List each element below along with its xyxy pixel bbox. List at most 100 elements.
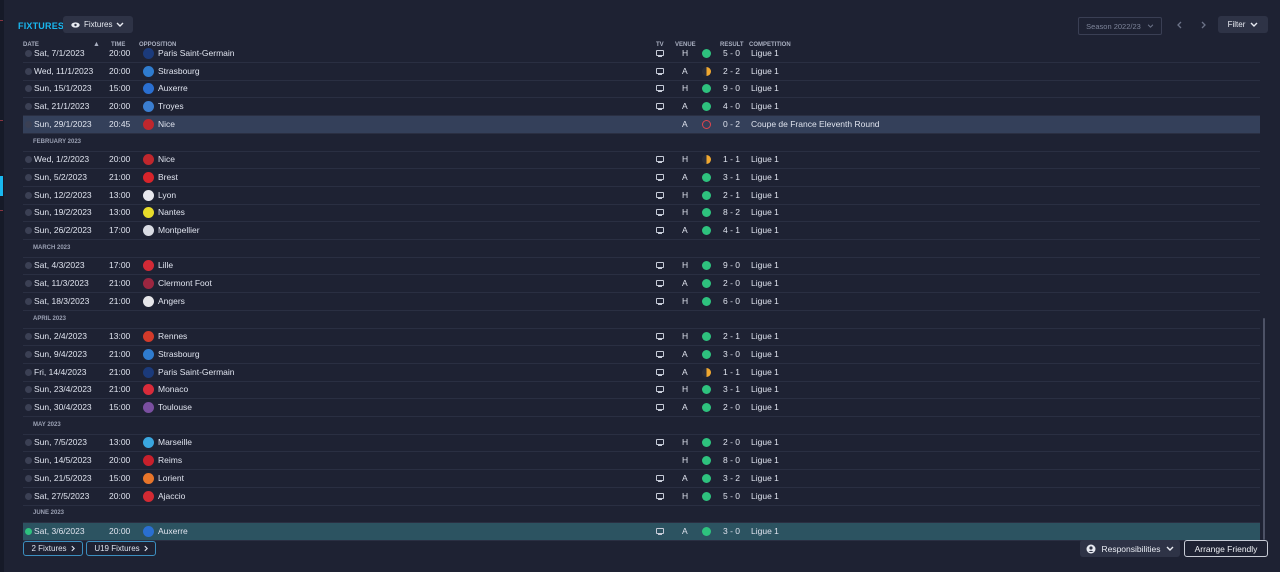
opposition-link[interactable]: Rennes xyxy=(158,331,187,341)
fixture-competition[interactable]: Ligue 1 xyxy=(751,384,779,394)
opposition-link[interactable]: Paris Saint-Germain xyxy=(158,367,235,377)
fixture-competition[interactable]: Ligue 1 xyxy=(751,367,779,377)
fixture-competition[interactable]: Ligue 1 xyxy=(751,154,779,164)
fixture-row[interactable]: Sun, 7/5/2023 13:00 Marseille H 2 - 0 Ligue 1 xyxy=(23,434,1260,453)
fixture-score[interactable]: 2 - 1 xyxy=(723,331,740,341)
fixture-row[interactable]: Sun, 5/2/2023 21:00 Brest A 3 - 1 Ligue 1 xyxy=(23,169,1260,187)
fixture-row[interactable]: Sun, 23/4/2023 21:00 Monaco H 3 - 1 Ligue 1 xyxy=(23,381,1260,400)
opposition-link[interactable]: Brest xyxy=(158,172,178,182)
fixture-row[interactable]: Sat, 27/5/2023 20:00 Ajaccio H 5 - 0 Ligue 1 xyxy=(23,488,1260,506)
fixture-competition[interactable]: Ligue 1 xyxy=(751,402,779,412)
fixture-competition[interactable]: Ligue 1 xyxy=(751,455,779,465)
fixture-row[interactable]: Sat, 11/3/2023 21:00 Clermont Foot A 2 - 0 Li… xyxy=(23,275,1260,294)
fixture-score[interactable]: 8 - 0 xyxy=(723,455,740,465)
fixture-competition[interactable]: Ligue 1 xyxy=(751,473,779,483)
opposition-link[interactable]: Troyes xyxy=(158,101,184,111)
fixture-row[interactable]: Sun, 2/4/2023 13:00 Rennes H 2 - 1 Ligue 1 xyxy=(23,328,1260,347)
view-dropdown[interactable]: Fixtures xyxy=(63,16,134,33)
opposition-link[interactable]: Lorient xyxy=(158,473,184,483)
opposition-link[interactable]: Nice xyxy=(158,119,175,129)
fixture-score[interactable]: 9 - 0 xyxy=(723,260,740,270)
fixture-competition[interactable]: Ligue 1 xyxy=(751,331,779,341)
fixture-row[interactable]: Sat, 3/6/2023 20:00 Auxerre A 3 - 0 Ligue 1 xyxy=(23,522,1260,541)
arrange-friendly-button[interactable]: Arrange Friendly xyxy=(1184,540,1268,557)
2-fixtures-button[interactable]: 2 Fixtures xyxy=(23,541,83,556)
fixture-competition[interactable]: Coupe de France Eleventh Round xyxy=(751,119,880,129)
fixture-competition[interactable]: Ligue 1 xyxy=(751,207,779,217)
fixture-competition[interactable]: Ligue 1 xyxy=(751,66,779,76)
opposition-link[interactable]: Strasbourg xyxy=(158,349,200,359)
opposition-link[interactable]: Angers xyxy=(158,296,185,306)
next-season-button[interactable] xyxy=(1192,17,1214,33)
opposition-link[interactable]: Auxerre xyxy=(158,526,188,536)
fixture-score[interactable]: 2 - 2 xyxy=(723,66,740,76)
fixture-score[interactable]: 8 - 2 xyxy=(723,207,740,217)
fixture-score[interactable]: 2 - 0 xyxy=(723,278,740,288)
opposition-link[interactable]: Nantes xyxy=(158,207,185,217)
fixture-score[interactable]: 4 - 0 xyxy=(723,101,740,111)
fixture-score[interactable]: 1 - 1 xyxy=(723,154,740,164)
fixture-competition[interactable]: Ligue 1 xyxy=(751,225,779,235)
fixture-row[interactable]: Sun, 12/2/2023 13:00 Lyon H 2 - 1 Ligue 1 xyxy=(23,187,1260,205)
fixture-row[interactable]: Sat, 4/3/2023 17:00 Lille H 9 - 0 Ligue 1 xyxy=(23,257,1260,276)
fixture-score[interactable]: 1 - 1 xyxy=(723,367,740,377)
opposition-link[interactable]: Montpellier xyxy=(158,225,200,235)
fixtures-list[interactable]: Sat, 7/1/2023 20:00 Paris Saint-Germain H 5 … xyxy=(23,46,1260,541)
fixture-row[interactable]: Sat, 18/3/2023 21:00 Angers H 6 - 0 Ligue 1 xyxy=(23,293,1260,311)
opposition-link[interactable]: Lille xyxy=(158,260,173,270)
fixture-score[interactable]: 3 - 2 xyxy=(723,473,740,483)
fixture-score[interactable]: 5 - 0 xyxy=(723,491,740,501)
fixture-score[interactable]: 3 - 0 xyxy=(723,526,740,536)
fixture-row[interactable]: Sun, 29/1/2023 20:45 Nice A 0 - 2 Coupe de Fr… xyxy=(23,115,1260,134)
opposition-link[interactable]: Strasbourg xyxy=(158,66,200,76)
fixture-row[interactable]: Sun, 9/4/2023 21:00 Strasbourg A 3 - 0 Ligue … xyxy=(23,346,1260,364)
opposition-link[interactable]: Marseille xyxy=(158,437,192,447)
fixture-score[interactable]: 4 - 1 xyxy=(723,225,740,235)
opposition-link[interactable]: Lyon xyxy=(158,190,176,200)
fixture-score[interactable]: 2 - 1 xyxy=(723,190,740,200)
fixture-competition[interactable]: Ligue 1 xyxy=(751,349,779,359)
fixture-row[interactable]: Sun, 15/1/2023 15:00 Auxerre H 9 - 0 Ligue 1 xyxy=(23,80,1260,99)
u19-fixtures-button[interactable]: U19 Fixtures xyxy=(86,541,156,556)
fixture-score[interactable]: 6 - 0 xyxy=(723,296,740,306)
fixture-score[interactable]: 9 - 0 xyxy=(723,83,740,93)
opposition-link[interactable]: Nice xyxy=(158,154,175,164)
fixture-score[interactable]: 3 - 1 xyxy=(723,172,740,182)
previous-season-button[interactable] xyxy=(1168,17,1190,33)
fixture-row[interactable]: Sat, 7/1/2023 20:00 Paris Saint-Germain H 5 … xyxy=(23,46,1260,63)
fixture-competition[interactable]: Ligue 1 xyxy=(751,101,779,111)
fixture-competition[interactable]: Ligue 1 xyxy=(751,278,779,288)
fixture-competition[interactable]: Ligue 1 xyxy=(751,296,779,306)
fixture-row[interactable]: Wed, 11/1/2023 20:00 Strasbourg A 2 - 2 Ligue… xyxy=(23,63,1260,81)
season-selector[interactable]: Season 2022/23 xyxy=(1078,17,1162,35)
fixture-competition[interactable]: Ligue 1 xyxy=(751,260,779,270)
fixture-score[interactable]: 3 - 1 xyxy=(723,384,740,394)
fixture-competition[interactable]: Ligue 1 xyxy=(751,48,779,58)
fixture-score[interactable]: 5 - 0 xyxy=(723,48,740,58)
fixture-competition[interactable]: Ligue 1 xyxy=(751,83,779,93)
fixture-row[interactable]: Sun, 21/5/2023 15:00 Lorient A 3 - 2 Ligue 1 xyxy=(23,470,1260,488)
opposition-link[interactable]: Monaco xyxy=(158,384,188,394)
fixture-score[interactable]: 2 - 0 xyxy=(723,402,740,412)
fixture-score[interactable]: 2 - 0 xyxy=(723,437,740,447)
opposition-link[interactable]: Clermont Foot xyxy=(158,278,212,288)
fixture-score[interactable]: 3 - 0 xyxy=(723,349,740,359)
opposition-link[interactable]: Toulouse xyxy=(158,402,192,412)
opposition-link[interactable]: Paris Saint-Germain xyxy=(158,48,235,58)
list-scrollbar[interactable] xyxy=(1263,318,1265,540)
fixture-competition[interactable]: Ligue 1 xyxy=(751,526,779,536)
fixture-competition[interactable]: Ligue 1 xyxy=(751,437,779,447)
fixture-row[interactable]: Wed, 1/2/2023 20:00 Nice H 1 - 1 Ligue 1 xyxy=(23,151,1260,170)
opposition-link[interactable]: Auxerre xyxy=(158,83,188,93)
opposition-link[interactable]: Ajaccio xyxy=(158,491,185,501)
fixture-row[interactable]: Sat, 21/1/2023 20:00 Troyes A 4 - 0 Ligue 1 xyxy=(23,98,1260,117)
fixture-row[interactable]: Sun, 30/4/2023 15:00 Toulouse A 2 - 0 Ligue 1 xyxy=(23,399,1260,417)
fixture-competition[interactable]: Ligue 1 xyxy=(751,491,779,501)
filter-button[interactable]: Filter xyxy=(1218,16,1268,33)
fixture-row[interactable]: Sun, 26/2/2023 17:00 Montpellier A 4 - 1 Ligu… xyxy=(23,222,1260,240)
fixture-row[interactable]: Fri, 14/4/2023 21:00 Paris Saint-Germain A 1… xyxy=(23,364,1260,382)
fixture-row[interactable]: Sun, 14/5/2023 20:00 Reims H 8 - 0 Ligue 1 xyxy=(23,452,1260,471)
opposition-link[interactable]: Reims xyxy=(158,455,182,465)
fixture-row[interactable]: Sun, 19/2/2023 13:00 Nantes H 8 - 2 Ligue 1 xyxy=(23,204,1260,223)
fixture-competition[interactable]: Ligue 1 xyxy=(751,190,779,200)
